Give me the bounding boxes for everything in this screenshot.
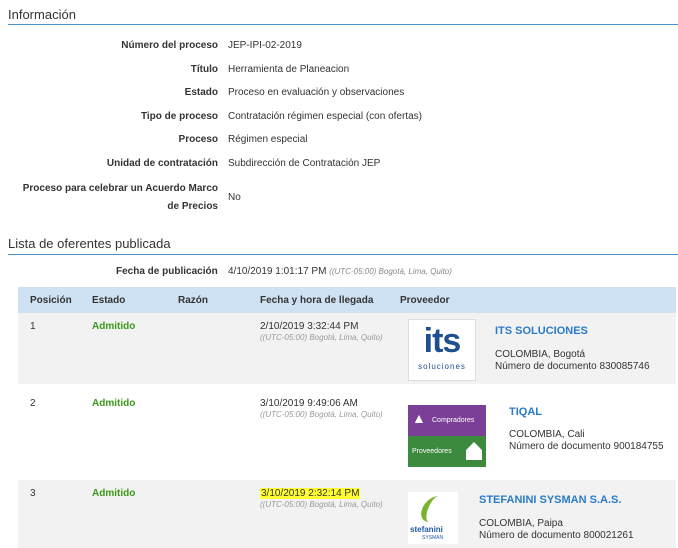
publication-timezone: ((UTC-05:00) Bogotá, Lima, Quito) (329, 267, 452, 276)
info-label: Unidad de contratación (106, 158, 218, 169)
info-value: Subdirección de Contratación JEP (228, 158, 381, 169)
table-header: Posición Estado Razón Fecha y hora de ll… (18, 287, 676, 313)
provider-logo-stefanini[interactable]: stefanini SYSMAN (408, 492, 458, 544)
row-status: Admitido (92, 488, 136, 499)
provider-document: Número de documento 830085746 (495, 361, 650, 372)
info-label-acuerdo-marco: Proceso para celebrar un Acuerdo Marco d… (10, 180, 218, 216)
row-arrival: 3/10/2019 9:49:06 AM ((UTC-05:00) Bogotá… (260, 398, 390, 420)
provider-location: COLOMBIA, Cali (509, 429, 585, 440)
provider-name[interactable]: TIQAL (509, 406, 542, 418)
column-header-proveedor: Proveedor (400, 295, 450, 306)
logo-wordmark: stefanini (410, 525, 443, 534)
logo-subtext: soluciones (418, 362, 466, 371)
row-position: 3 (30, 488, 36, 499)
column-header-razon: Razón (178, 295, 208, 306)
section-title-informacion: Información (8, 7, 76, 22)
provider-details: COLOMBIA, Paipa Número de documento 8000… (479, 518, 634, 542)
highlighted-text: 3/10/2019 2:32:14 PM (260, 488, 361, 499)
provider-details: COLOMBIA, Cali Número de documento 90018… (509, 429, 664, 453)
column-header-estado: Estado (92, 295, 126, 306)
arrival-timezone: ((UTC-05:00) Bogotá, Lima, Quito) (260, 500, 383, 509)
provider-document: Número de documento 800021261 (479, 530, 634, 541)
publication-date: 4/10/2019 1:01:17 PM (228, 266, 327, 277)
row-position: 2 (30, 398, 36, 409)
house-icon (466, 442, 482, 460)
logo-subtext: SYSMAN (422, 535, 444, 541)
arrival-datetime: 3/10/2019 9:49:06 AM (260, 398, 358, 409)
provider-details: COLOMBIA, Bogotá Número de documento 830… (495, 349, 650, 373)
info-value: Proceso en evaluación y observaciones (228, 87, 405, 98)
row-arrival: 2/10/2019 3:32:44 PM ((UTC-05:00) Bogotá… (260, 321, 390, 343)
arrival-timezone: ((UTC-05:00) Bogotá, Lima, Quito) (260, 410, 383, 419)
section-divider (8, 24, 678, 25)
logo-top-text: Compradores (432, 417, 475, 424)
logo-bottom-panel: Proveedores (408, 436, 486, 467)
row-arrival: 3/10/2019 2:32:14 PM ((UTC-05:00) Bogotá… (260, 488, 390, 510)
info-label: Tipo de proceso (140, 111, 218, 122)
info-label-line: de Precios (167, 201, 218, 212)
provider-name[interactable]: ITS SOLUCIONES (495, 325, 588, 337)
swoosh-icon (417, 496, 451, 522)
info-label: Número del proceso (121, 40, 218, 51)
table-row: 3 Admitido 3/10/2019 2:32:14 PM ((UTC-05… (18, 480, 676, 548)
section-title-lista-oferentes: Lista de oferentes publicada (8, 236, 171, 251)
provider-name[interactable]: STEFANINI SYSMAN S.A.S. (479, 494, 621, 506)
row-status: Admitido (92, 398, 136, 409)
column-header-posicion: Posición (30, 295, 72, 306)
info-row-titulo: Título Herramienta de Planeacion (0, 64, 678, 78)
table-row: 1 Admitido 2/10/2019 3:32:44 PM ((UTC-05… (18, 313, 676, 384)
info-value: Herramienta de Planeacion (228, 64, 350, 75)
info-row-numero: Número del proceso JEP-IPI-02-2019 (0, 40, 678, 54)
row-status: Admitido (92, 321, 136, 332)
arrival-datetime: 3/10/2019 2:32:14 PM (260, 488, 390, 499)
info-value: JEP-IPI-02-2019 (228, 40, 302, 51)
info-value: Contratación régimen especial (con ofert… (228, 111, 422, 122)
provider-location: COLOMBIA, Paipa (479, 518, 563, 529)
publication-date-value: 4/10/2019 1:01:17 PM ((UTC-05:00) Bogotá… (228, 266, 452, 277)
info-label: Proceso (178, 134, 218, 145)
provider-logo-its[interactable]: its soluciones (408, 319, 476, 381)
publication-date-label: Fecha de publicación (116, 266, 218, 277)
provider-logo-tiqal[interactable]: ▲ Compradores Proveedores (408, 405, 486, 467)
table-row: 2 Admitido 3/10/2019 9:49:06 AM ((UTC-05… (18, 390, 676, 474)
row-position: 1 (30, 321, 36, 332)
column-header-fecha: Fecha y hora de llegada (260, 295, 374, 306)
info-row-estado: Estado Proceso en evaluación y observaci… (0, 87, 678, 101)
section-divider (8, 254, 678, 255)
info-label: Estado (184, 87, 218, 98)
provider-location: COLOMBIA, Bogotá (495, 349, 586, 360)
logo-top-panel: ▲ Compradores (408, 405, 486, 436)
arrival-timezone: ((UTC-05:00) Bogotá, Lima, Quito) (260, 333, 383, 342)
provider-document: Número de documento 900184755 (509, 441, 664, 452)
info-row-unidad: Unidad de contratación Subdirección de C… (0, 158, 678, 172)
info-row-tipo: Tipo de proceso Contratación régimen esp… (0, 111, 678, 125)
arrival-datetime: 2/10/2019 3:32:44 PM (260, 321, 359, 332)
cart-icon: ▲ (412, 410, 426, 426)
info-label: Título (190, 64, 218, 75)
info-value-acuerdo-marco: No (228, 192, 241, 203)
info-value: Régimen especial (228, 134, 308, 145)
info-row-proceso: Proceso Régimen especial (0, 134, 678, 148)
logo-bottom-text: Proveedores (412, 448, 452, 455)
logo-wordmark: its (423, 322, 462, 360)
info-label-line: Proceso para celebrar un Acuerdo Marco (22, 183, 218, 194)
